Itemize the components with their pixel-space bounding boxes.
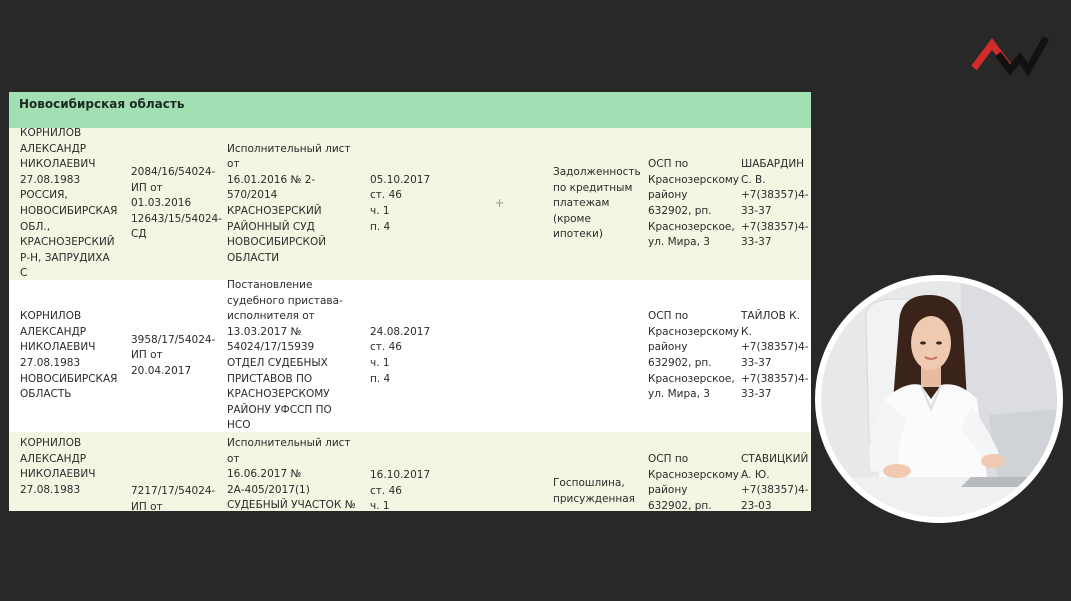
department-cell: ОСП по Краснозерскому району 632902, рп.… (648, 158, 739, 249)
subject-cell (543, 280, 638, 432)
mark-cell: + (494, 196, 505, 211)
bailiff-cell: ШАБАРДИН С. В. +7(38357)4- 33-37 +7(3835… (741, 158, 809, 249)
department-cell: ОСП по Краснозерскому району 632902, рп. (648, 453, 739, 511)
bailiff-cell: СТАВИЦКИЙ А. Ю. +7(38357)4- 23-03 (741, 453, 809, 511)
department-cell: ОСП по Краснозерскому району 632902, рп.… (648, 310, 739, 401)
proceeding-cell: 7217/17/54024- ИП от 03.07.2017 (131, 485, 216, 511)
mark-cell (448, 432, 543, 511)
bailiff-cell: ТАЙЛОВ К. К. +7(38357)4- 33-37 +7(38357)… (741, 310, 809, 401)
document-cell: Исполнительный лист от 16.06.2017 № 2А-4… (227, 437, 356, 511)
video-frame: Новосибирская область КОРНИЛОВ АЛЕКСАНДР… (0, 0, 1071, 601)
subject-cell: Госпошлина, присужденная (553, 477, 636, 505)
table-row: КОРНИЛОВ АЛЕКСАНДР НИКОЛАЕВИЧ 27.08.1983… (9, 279, 811, 432)
table-row: КОРНИЛОВ АЛЕКСАНДР НИКОЛАЕВИЧ 27.08.1983… (9, 432, 811, 511)
presenter-video (821, 281, 1057, 517)
proceeding-cell: 3958/17/54024- ИП от 20.04.2017 (131, 333, 216, 377)
end-reason-cell: 05.10.2017 ст. 46 ч. 1 п. 4 (370, 173, 431, 233)
debtor-cell: КОРНИЛОВ АЛЕКСАНДР НИКОЛАЕВИЧ 27.08.1983… (20, 127, 118, 280)
presenter-image (821, 281, 1057, 517)
enforcement-table: Новосибирская область КОРНИЛОВ АЛЕКСАНДР… (9, 92, 811, 511)
mark-cell (448, 280, 543, 432)
subject-cell: Задолженность по кредитным платежам (кро… (553, 166, 641, 241)
presenter-video-ring (815, 275, 1063, 523)
debtor-cell: КОРНИЛОВ АЛЕКСАНДР НИКОЛАЕВИЧ 27.08.1983 (20, 437, 96, 496)
debtor-cell: КОРНИЛОВ АЛЕКСАНДР НИКОЛАЕВИЧ 27.08.1983… (20, 310, 118, 401)
end-reason-cell: 16.10.2017 ст. 46 ч. 1 (370, 469, 431, 511)
end-reason-cell: 24.08.2017 ст. 46 ч. 1 п. 4 (370, 325, 431, 385)
table-row: КОРНИЛОВ АЛЕКСАНДР НИКОЛАЕВИЧ 27.08.1983… (9, 127, 811, 280)
brand-logo-icon (971, 36, 1050, 76)
region-header: Новосибирская область (9, 92, 811, 128)
proceeding-cell: 2084/16/54024- ИП от 01.03.2016 12643/15… (131, 166, 223, 241)
document-cell: Исполнительный лист от 16.01.2016 № 2-57… (227, 142, 351, 264)
document-cell: Постановление судебного пристава- исполн… (227, 279, 343, 432)
